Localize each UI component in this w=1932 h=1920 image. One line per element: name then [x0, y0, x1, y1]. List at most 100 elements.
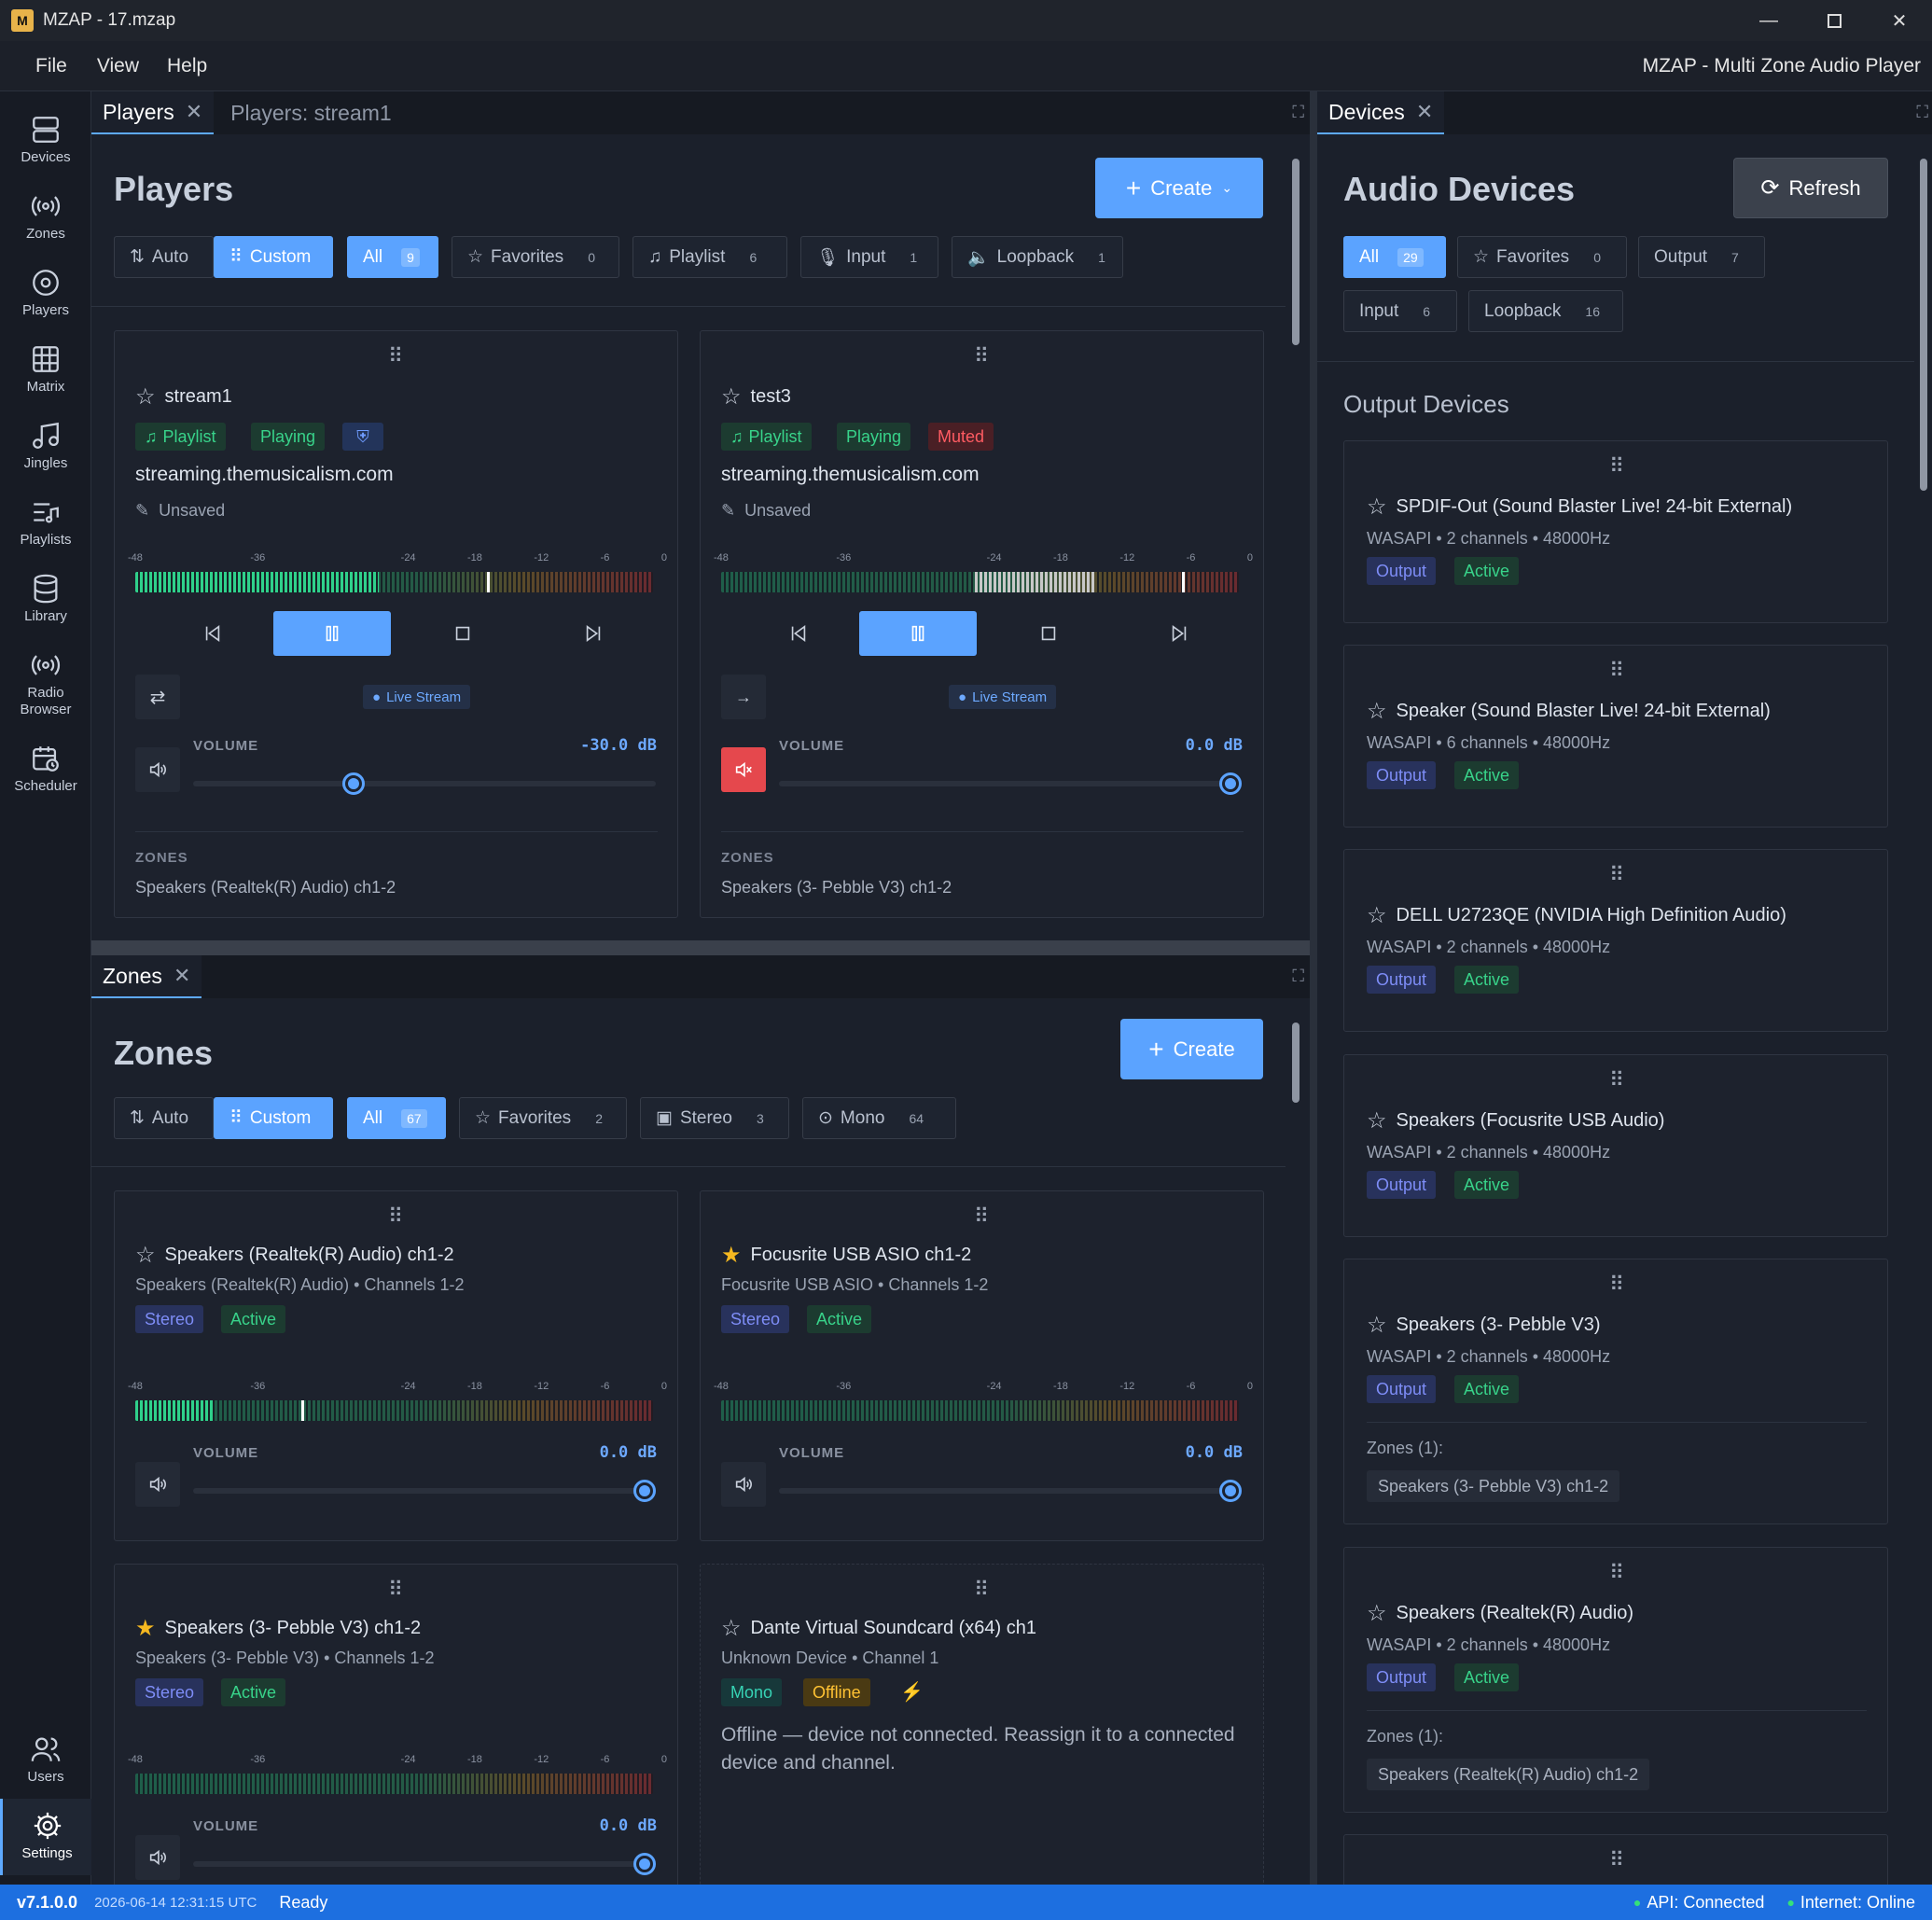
- mute-button[interactable]: [135, 1462, 180, 1507]
- volume-slider[interactable]: [779, 1480, 1242, 1502]
- star-filled-icon[interactable]: ★: [721, 1242, 742, 1269]
- stop-button[interactable]: [404, 611, 521, 656]
- star-outline-icon[interactable]: ☆: [721, 1615, 742, 1642]
- star-outline-icon[interactable]: ☆: [135, 383, 156, 410]
- tab-players[interactable]: Players ✕: [91, 91, 215, 134]
- drag-handle-icon[interactable]: ⠿: [1609, 661, 1624, 681]
- close-tab-icon[interactable]: ✕: [186, 100, 202, 124]
- device-card[interactable]: ⠿ ☆ DELL U2723QE (NVIDIA High Definition …: [1343, 849, 1888, 1032]
- filter-all-chip[interactable]: All 67: [347, 1097, 446, 1139]
- rail-item-library[interactable]: Library: [0, 573, 91, 625]
- star-outline-icon[interactable]: ☆: [1367, 494, 1387, 521]
- tab-devices[interactable]: Devices ✕: [1317, 91, 1445, 134]
- star-outline-icon[interactable]: ☆: [1367, 1312, 1387, 1339]
- volume-slider-thumb[interactable]: [633, 1853, 656, 1875]
- scrollbar-thumb[interactable]: [1292, 1023, 1300, 1103]
- zone-card[interactable]: ⠿ ☆ Speakers (Realtek(R) Audio) ch1-2 Spe…: [114, 1190, 678, 1541]
- menu-help[interactable]: Help: [167, 55, 207, 77]
- sort-auto-button[interactable]: ⇅ Auto: [114, 1097, 214, 1139]
- tab-players-stream1[interactable]: Players: stream1: [214, 91, 403, 134]
- volume-slider[interactable]: [193, 1853, 656, 1875]
- menu-file[interactable]: File: [35, 55, 67, 77]
- filter-loopback-chip[interactable]: Loopback 16: [1468, 290, 1623, 332]
- device-card[interactable]: ⠿ ☆ Speakers (Realtek(R) Audio) WASAPI • …: [1343, 1547, 1888, 1813]
- star-outline-icon[interactable]: ☆: [721, 383, 742, 410]
- rail-item-playlists[interactable]: Playlists: [0, 496, 91, 549]
- device-card[interactable]: ⠿ ☆ Speaker (Sound Blaster Live! 24-bit E…: [1343, 645, 1888, 828]
- volume-slider[interactable]: [193, 772, 656, 795]
- zones-scrollbar[interactable]: [1289, 998, 1302, 1885]
- pause-button[interactable]: [859, 611, 977, 656]
- player-card-test3[interactable]: ⠿ ☆ test3 ♫ Playlist Playing Muted streami…: [700, 330, 1264, 918]
- device-card[interactable]: ⠿ ☆ Speakers (Focusrite USB Audio) WASAPI…: [1343, 1054, 1888, 1237]
- create-player-button[interactable]: + Create ⌄: [1095, 158, 1263, 218]
- players-scrollbar[interactable]: [1289, 134, 1302, 940]
- devices-scrollbar[interactable]: [1917, 134, 1930, 1885]
- filter-loopback-chip[interactable]: 🔈 Loopback 1: [952, 236, 1123, 278]
- close-window-button[interactable]: ✕: [1867, 0, 1932, 41]
- next-button[interactable]: [1120, 611, 1238, 656]
- scrollbar-thumb[interactable]: [1292, 159, 1300, 345]
- play-mode-button[interactable]: →: [721, 675, 766, 719]
- sort-custom-button[interactable]: ⠿ Custom: [214, 1097, 333, 1139]
- volume-slider-thumb[interactable]: [633, 1480, 656, 1502]
- rail-item-zones[interactable]: Zones: [0, 190, 91, 243]
- menu-view[interactable]: View: [97, 55, 139, 77]
- filter-favorites-chip[interactable]: ☆ Favorites 0: [1457, 236, 1627, 278]
- device-card[interactable]: ⠿ ☆ Speakers (3- Pebble V3) WASAPI • 2 ch…: [1343, 1259, 1888, 1524]
- filter-playlist-chip[interactable]: ♫ Playlist 6: [632, 236, 787, 278]
- device-card[interactable]: ⠿: [1343, 1834, 1888, 1885]
- minimize-button[interactable]: —: [1736, 0, 1801, 41]
- drag-handle-icon[interactable]: ⠿: [974, 1579, 989, 1600]
- drag-handle-icon[interactable]: ⠿: [1609, 1070, 1624, 1091]
- rail-item-matrix[interactable]: Matrix: [0, 343, 91, 396]
- device-card[interactable]: ⠿ ☆ SPDIF-Out (Sound Blaster Live! 24-bit…: [1343, 440, 1888, 623]
- rail-item-players[interactable]: Players: [0, 267, 91, 319]
- filter-input-chip[interactable]: 🎙 Input 1: [800, 236, 938, 278]
- next-button[interactable]: [535, 611, 652, 656]
- mute-button[interactable]: [721, 1462, 766, 1507]
- maximize-button[interactable]: [1801, 0, 1867, 41]
- drag-handle-icon[interactable]: ⠿: [1609, 1850, 1624, 1871]
- star-outline-icon[interactable]: ☆: [1367, 902, 1387, 929]
- previous-button[interactable]: [740, 611, 857, 656]
- star-outline-icon[interactable]: ☆: [1367, 1600, 1387, 1627]
- vertical-splitter[interactable]: [1310, 91, 1317, 1885]
- drag-handle-icon[interactable]: ⠿: [974, 1206, 989, 1227]
- volume-slider-thumb[interactable]: [1219, 1480, 1242, 1502]
- drag-handle-icon[interactable]: ⠿: [1609, 456, 1624, 477]
- filter-favorites-chip[interactable]: ☆ Favorites 0: [452, 236, 619, 278]
- star-filled-icon[interactable]: ★: [135, 1615, 156, 1642]
- zone-card[interactable]: ⠿ ★ Focusrite USB ASIO ch1-2 Focusrite US…: [700, 1190, 1264, 1541]
- filter-output-chip[interactable]: Output 7: [1638, 236, 1765, 278]
- filter-input-chip[interactable]: Input 6: [1343, 290, 1457, 332]
- drag-handle-icon[interactable]: ⠿: [974, 346, 989, 367]
- star-outline-icon[interactable]: ☆: [1367, 698, 1387, 725]
- pause-button[interactable]: [273, 611, 391, 656]
- maximize-panel-icon[interactable]: ⛶: [1292, 967, 1304, 986]
- volume-slider-thumb[interactable]: [1219, 772, 1242, 795]
- rail-item-radio-browser[interactable]: Radio Browser: [0, 649, 91, 718]
- star-outline-icon[interactable]: ☆: [135, 1242, 156, 1269]
- drag-handle-icon[interactable]: ⠿: [388, 1206, 403, 1227]
- drag-handle-icon[interactable]: ⠿: [1609, 1274, 1624, 1295]
- player-card-stream1[interactable]: ⠿ ☆ stream1 ♫ Playlist Playing ⛨ streaming…: [114, 330, 678, 918]
- stop-button[interactable]: [990, 611, 1107, 656]
- create-zone-button[interactable]: + Create: [1120, 1019, 1263, 1079]
- filter-stereo-chip[interactable]: ▣ Stereo 3: [640, 1097, 789, 1139]
- filter-favorites-chip[interactable]: ☆ Favorites 2: [459, 1097, 627, 1139]
- mute-button[interactable]: [135, 1835, 180, 1880]
- refresh-button[interactable]: ⟳ Refresh: [1733, 158, 1888, 218]
- rail-item-scheduler[interactable]: Scheduler: [0, 743, 91, 795]
- rail-item-devices[interactable]: Devices: [0, 114, 91, 166]
- close-tab-icon[interactable]: ✕: [1416, 100, 1433, 124]
- sort-auto-button[interactable]: ⇅ Auto: [114, 236, 214, 278]
- zone-card-offline[interactable]: ⠿ ☆ Dante Virtual Soundcard (x64) ch1 Unk…: [700, 1564, 1264, 1885]
- previous-button[interactable]: [154, 611, 271, 656]
- panel-splitter[interactable]: [91, 940, 1310, 955]
- star-outline-icon[interactable]: ☆: [1367, 1107, 1387, 1134]
- rail-item-users[interactable]: Users: [0, 1733, 91, 1786]
- close-tab-icon[interactable]: ✕: [174, 964, 190, 988]
- drag-handle-icon[interactable]: ⠿: [1609, 1563, 1624, 1583]
- maximize-panel-icon[interactable]: ⛶: [1292, 103, 1304, 122]
